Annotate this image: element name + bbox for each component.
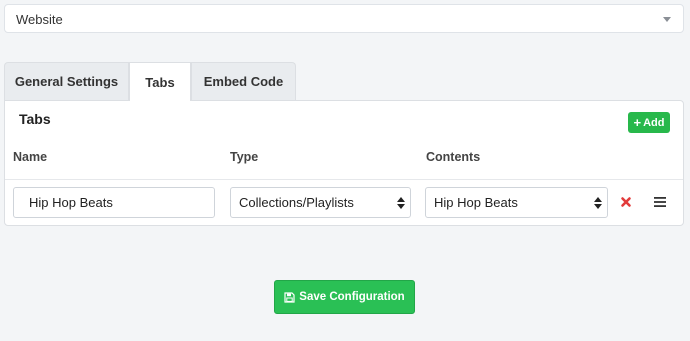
select-arrows-icon <box>594 197 602 209</box>
panel-title: Tabs <box>19 111 51 127</box>
tab-bar: General Settings Tabs Embed Code <box>4 62 296 101</box>
tab-contents-value: Hip Hop Beats <box>434 195 518 210</box>
column-header-contents: Contents <box>426 150 481 164</box>
tab-tabs[interactable]: Tabs <box>129 62 191 101</box>
tab-type-select[interactable]: Collections/Playlists <box>230 187 411 218</box>
save-configuration-button[interactable]: Save Configuration <box>274 280 415 314</box>
add-button[interactable]: + Add <box>628 112 670 133</box>
site-select[interactable]: Website <box>4 4 684 33</box>
tab-name-input[interactable]: Hip Hop Beats <box>13 187 215 218</box>
tab-general-settings[interactable]: General Settings <box>4 62 129 100</box>
column-header-type: Type <box>230 150 259 164</box>
remove-icon[interactable] <box>619 195 633 209</box>
column-header-name: Name <box>13 150 48 164</box>
row-divider <box>5 179 683 180</box>
save-button-label: Save Configuration <box>299 291 405 303</box>
tab-embed-code[interactable]: Embed Code <box>191 62 296 100</box>
drag-handle-icon[interactable] <box>653 196 667 208</box>
tab-name-value: Hip Hop Beats <box>29 195 113 210</box>
select-arrows-icon <box>397 197 405 209</box>
tab-contents-select[interactable]: Hip Hop Beats <box>425 187 608 218</box>
tabs-panel: Tabs + Add Name Type Contents Hip Hop Be… <box>4 100 684 226</box>
tab-type-value: Collections/Playlists <box>239 195 354 210</box>
chevron-down-icon <box>663 17 671 22</box>
site-select-value: Website <box>16 12 63 27</box>
plus-icon: + <box>633 115 642 130</box>
add-button-label: Add <box>643 116 665 129</box>
save-icon <box>284 291 295 303</box>
